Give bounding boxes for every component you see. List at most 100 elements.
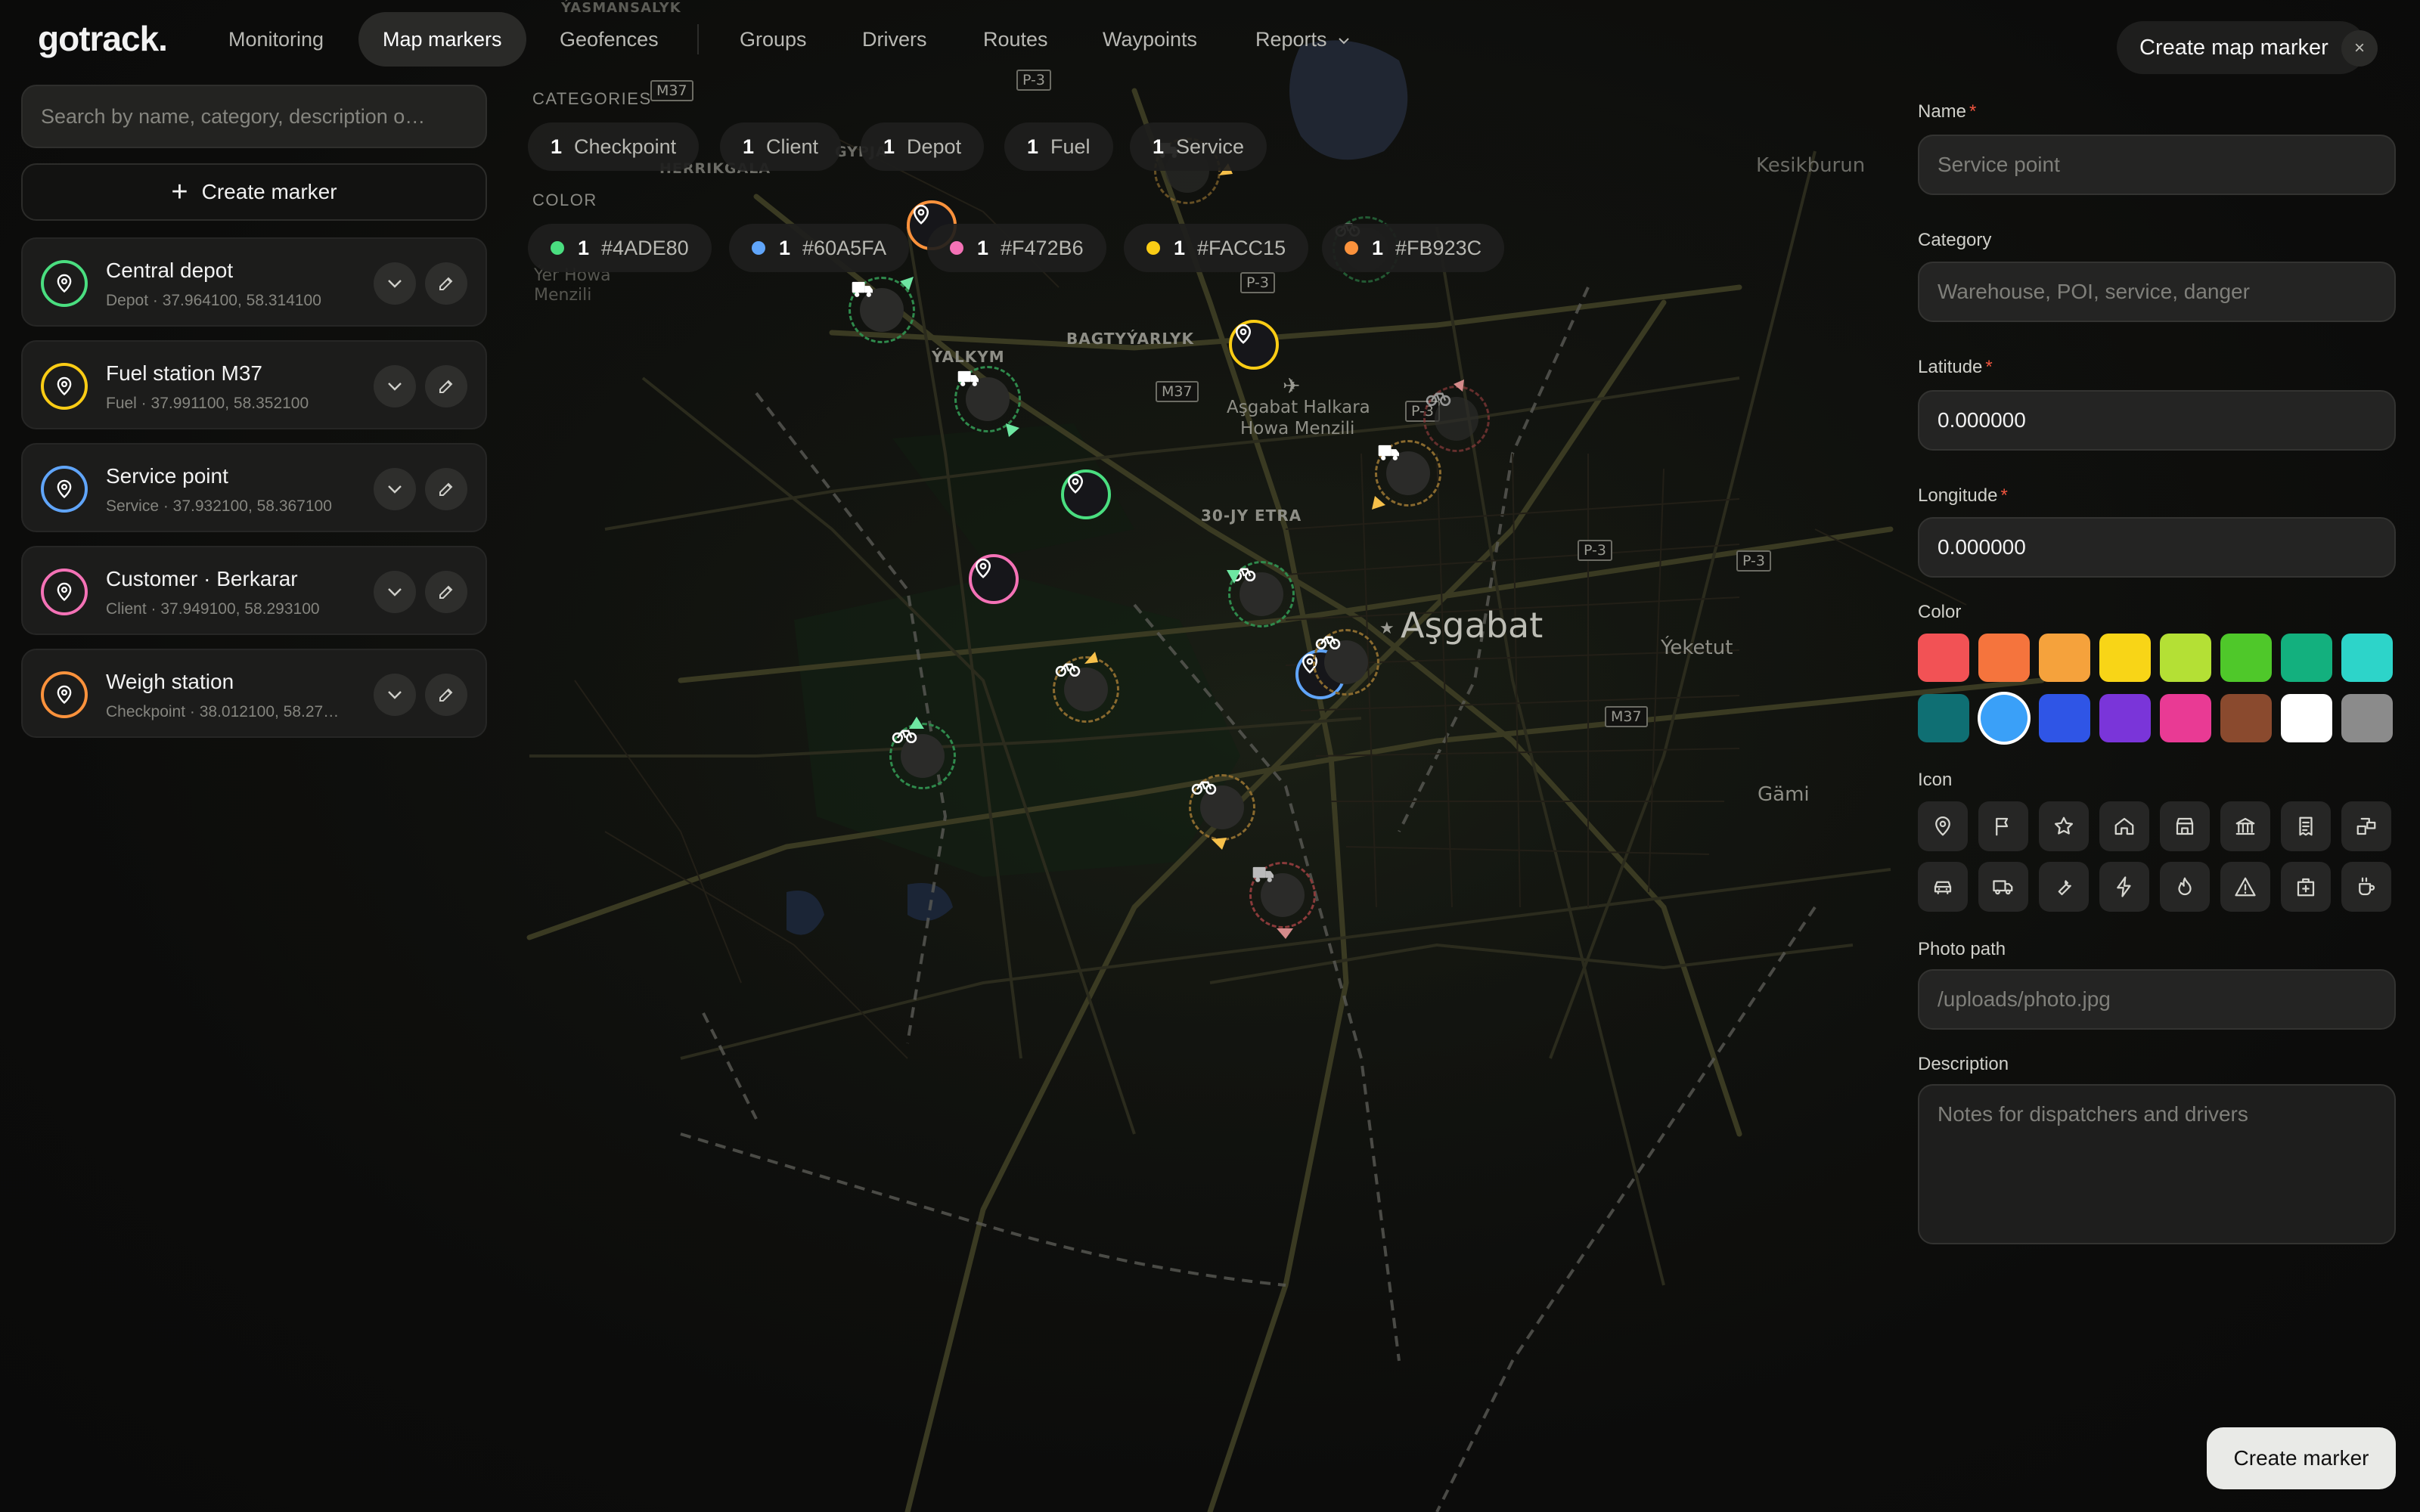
- color-swatch[interactable]: [1918, 694, 1969, 742]
- category-chip-depot[interactable]: 1 Depot: [861, 122, 985, 171]
- marker-color-icon: [41, 363, 88, 410]
- longitude-input[interactable]: [1918, 517, 2396, 578]
- road-badge: M37: [650, 80, 693, 101]
- search-input[interactable]: [21, 85, 487, 148]
- color-swatch[interactable]: [2039, 634, 2090, 682]
- edit-pencil-icon[interactable]: [425, 571, 467, 613]
- pin-icon: [913, 204, 929, 225]
- bolt-icon[interactable]: [2099, 862, 2149, 912]
- warehouse-icon[interactable]: [2341, 801, 2391, 851]
- marker-meta: Fuel · 37.991100, 58.352100: [106, 395, 309, 412]
- pin-icon[interactable]: [1918, 801, 1968, 851]
- color-swatch[interactable]: [2099, 634, 2151, 682]
- vehicle-bike[interactable]: [1313, 629, 1379, 696]
- flame-icon[interactable]: [2160, 862, 2210, 912]
- flag-icon[interactable]: [1978, 801, 2028, 851]
- color-chip-orange[interactable]: 1 #FB923C: [1322, 224, 1505, 272]
- category-chip-checkpoint[interactable]: 1 Checkpoint: [528, 122, 700, 171]
- expand-chevron-icon[interactable]: [374, 468, 416, 510]
- app-logo[interactable]: gotrack.: [38, 18, 168, 59]
- color-chip-blue[interactable]: 1 #60A5FA: [729, 224, 910, 272]
- nav-routes[interactable]: Routes: [959, 12, 1072, 67]
- road-badge: P-3: [1736, 550, 1771, 572]
- color-chip-green[interactable]: 1 #4ADE80: [528, 224, 712, 272]
- marker-card[interactable]: Fuel station M37 Fuel · 37.991100, 58.35…: [21, 340, 487, 429]
- color-swatch[interactable]: [2341, 694, 2393, 742]
- marker-card[interactable]: Weigh station Checkpoint · 38.012100, 58…: [21, 649, 487, 738]
- map-label-town: Ýeketut: [1661, 637, 1733, 659]
- close-icon[interactable]: ×: [2341, 30, 2378, 67]
- expand-chevron-icon[interactable]: [374, 674, 416, 716]
- color-swatch[interactable]: [2160, 694, 2211, 742]
- name-input[interactable]: [1918, 135, 2396, 195]
- vehicle-bike[interactable]: [1189, 774, 1255, 841]
- color-chip-yellow[interactable]: 1 #FACC15: [1124, 224, 1309, 272]
- color-swatch[interactable]: [2281, 694, 2332, 742]
- car-icon[interactable]: [1918, 862, 1968, 912]
- star-icon[interactable]: [2039, 801, 2089, 851]
- pin-icon: [57, 376, 72, 396]
- color-swatch[interactable]: [2220, 694, 2272, 742]
- color-swatch[interactable]: [1978, 634, 2030, 682]
- submit-create-marker-button[interactable]: Create marker: [2207, 1427, 2396, 1489]
- home-icon[interactable]: [2099, 801, 2149, 851]
- create-marker-button[interactable]: + Create marker: [21, 163, 487, 221]
- vehicle-truck[interactable]: [849, 277, 915, 343]
- nav-groups[interactable]: Groups: [715, 12, 831, 67]
- map-pin-fuel-station[interactable]: [1229, 320, 1279, 370]
- store-icon[interactable]: [2160, 801, 2210, 851]
- expand-chevron-icon[interactable]: [374, 262, 416, 305]
- edit-pencil-icon[interactable]: [425, 365, 467, 407]
- marker-name: Weigh station: [106, 670, 234, 693]
- expand-chevron-icon[interactable]: [374, 365, 416, 407]
- color-swatch[interactable]: [2160, 634, 2211, 682]
- marker-card[interactable]: Customer · Berkarar Client · 37.949100, …: [21, 546, 487, 635]
- truck-icon[interactable]: [1978, 862, 2028, 912]
- hospital-icon[interactable]: [2281, 862, 2331, 912]
- map-pin-customer-berkarar[interactable]: [969, 554, 1019, 604]
- color-swatch[interactable]: [2281, 634, 2332, 682]
- bank-icon[interactable]: [2220, 801, 2270, 851]
- color-swatch[interactable]: [1981, 695, 2028, 742]
- vehicle-bike[interactable]: [1423, 386, 1490, 452]
- marker-meta: Depot · 37.964100, 58.314100: [106, 292, 321, 309]
- edit-pencil-icon[interactable]: [425, 262, 467, 305]
- edit-pencil-icon[interactable]: [425, 674, 467, 716]
- vehicle-truck[interactable]: [1249, 862, 1316, 928]
- color-swatch[interactable]: [2099, 694, 2151, 742]
- vehicle-bike[interactable]: [889, 723, 956, 789]
- nav-reports[interactable]: Reports: [1231, 12, 1374, 67]
- color-swatch[interactable]: [2039, 694, 2090, 742]
- latitude-input[interactable]: [1918, 390, 2396, 451]
- color-swatch[interactable]: [2341, 634, 2393, 682]
- color-chip-pink[interactable]: 1 #F472B6: [927, 224, 1106, 272]
- nav-map-markers[interactable]: Map markers: [358, 12, 526, 67]
- vehicle-bike[interactable]: [1228, 561, 1295, 627]
- wrench-icon[interactable]: [2039, 862, 2089, 912]
- vehicle-truck[interactable]: [954, 366, 1021, 432]
- category-chip-client[interactable]: 1 Client: [720, 122, 842, 171]
- edit-pencil-icon[interactable]: [425, 468, 467, 510]
- category-chip-service[interactable]: 1 Service: [1130, 122, 1267, 171]
- color-swatch[interactable]: [1918, 634, 1969, 682]
- description-textarea[interactable]: [1918, 1084, 2396, 1244]
- map-label-town: Gämi: [1758, 783, 1810, 806]
- marker-card[interactable]: Service point Service · 37.932100, 58.36…: [21, 443, 487, 532]
- nav-geofences[interactable]: Geofences: [535, 12, 683, 67]
- category-input[interactable]: [1918, 262, 2396, 322]
- map-pin-central-depot[interactable]: [1061, 469, 1111, 519]
- color-swatch[interactable]: [2220, 634, 2272, 682]
- nav-waypoints[interactable]: Waypoints: [1078, 12, 1221, 67]
- expand-chevron-icon[interactable]: [374, 571, 416, 613]
- nav-monitoring[interactable]: Monitoring: [204, 12, 348, 67]
- vehicle-truck[interactable]: [1375, 440, 1441, 507]
- coffee-icon[interactable]: [2341, 862, 2391, 912]
- warning-icon[interactable]: [2220, 862, 2270, 912]
- marker-card[interactable]: Central depot Depot · 37.964100, 58.3141…: [21, 237, 487, 327]
- receipt-icon[interactable]: [2281, 801, 2331, 851]
- nav-drivers[interactable]: Drivers: [838, 12, 951, 67]
- vehicle-bike[interactable]: [1053, 656, 1119, 723]
- category-chip-fuel[interactable]: 1 Fuel: [1004, 122, 1113, 171]
- top-navigation: gotrack. Monitoring Map markers Geofence…: [0, 0, 1830, 79]
- photo-path-input[interactable]: [1918, 969, 2396, 1030]
